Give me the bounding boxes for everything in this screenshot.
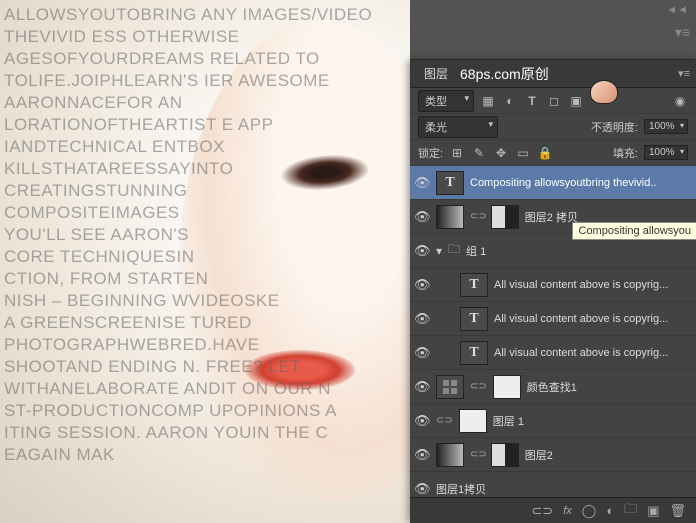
layer-name[interactable]: All visual content above is copyrig... [494,279,692,291]
layer-item[interactable]: 👁 ⊂⊃ 图层 1 [410,404,696,438]
panel-menu-icon[interactable]: ▾≡ [675,24,690,41]
layer-item[interactable]: 👁 ⊂⊃ 图层2 [410,438,696,472]
mask-thumb [493,375,521,399]
text-layer-icon: T [460,273,488,297]
panel-tab-bar: 图层 68ps.com原创 ▾≡ [410,60,696,88]
watermark-text: 68ps.com原创 [460,64,549,84]
visibility-icon[interactable]: 👁 [414,345,430,361]
layers-list: 👁 T Compositing allowsyoutbring thevivid… [410,166,696,506]
layer-item[interactable]: 👁 T All visual content above is copyrig.… [410,302,696,336]
layer-name[interactable]: 组 1 [466,243,692,259]
visibility-icon[interactable]: 👁 [414,277,430,293]
folder-toggle-icon[interactable]: ▾ [436,244,442,258]
filter-row: 类型 ▦ ◐ T ◻ ▣ ◉ [410,88,696,114]
layer-name[interactable]: 图层1拷贝 [436,481,692,497]
layer-item[interactable]: 👁 T Compositing allowsyoutbring thevivid… [410,166,696,200]
visibility-icon[interactable]: 👁 [414,481,430,497]
tab-layers[interactable]: 图层 [416,61,456,86]
layers-bottom-bar: ⊂⊃ fx ◯ ◐ 🗀 ▣ 🗑 [410,497,696,523]
layer-item[interactable]: 👁 T All visual content above is copyrig.… [410,336,696,370]
visibility-icon[interactable]: 👁 [414,209,430,225]
grid-thumb [436,375,464,399]
panel-collapse-icon[interactable]: ◄◄ [666,4,688,16]
layers-panel: 图层 68ps.com原创 ▾≡ 类型 ▦ ◐ T ◻ ▣ ◉ 柔光 不透明度:… [410,60,696,523]
layer-name[interactable]: 图层 1 [493,413,692,429]
mask-thumb [491,443,519,467]
mask-icon[interactable]: ◯ [582,503,597,519]
visibility-icon[interactable]: 👁 [414,379,430,395]
visibility-icon[interactable]: 👁 [414,243,430,259]
text-layer-icon: T [460,341,488,365]
lock-label: 锁定: [418,145,443,161]
panel-options-icon[interactable]: ▾≡ [678,67,690,80]
visibility-icon[interactable]: 👁 [414,175,430,191]
lock-transparent-icon[interactable]: ⊞ [449,145,465,161]
filter-adjust-icon[interactable]: ◐ [502,93,518,109]
lock-row: 锁定: ⊞ ✎ ✥ ▭ 🔒 填充: 100% [410,140,696,166]
blend-row: 柔光 不透明度: 100% [410,114,696,140]
mask-thumb [491,205,519,229]
link-icon[interactable]: ⊂⊃ [470,211,487,222]
link-icon[interactable]: ⊂⊃ [470,449,487,460]
layer-name[interactable]: All visual content above is copyrig... [494,347,692,359]
filter-text-icon[interactable]: T [524,93,540,109]
link-icon[interactable]: ⊂⊃ [436,415,453,426]
layer-name[interactable]: All visual content above is copyrig... [494,313,692,325]
lock-move-icon[interactable]: ✥ [493,145,509,161]
panel-frame-top: ◄◄ ▾≡ [410,0,696,60]
layer-name[interactable]: 颜色查找1 [527,379,692,395]
adjustment-thumb [436,205,464,229]
filter-pixel-icon[interactable]: ▦ [480,93,496,109]
layer-item[interactable]: 👁 ⊂⊃ 颜色查找1 [410,370,696,404]
visibility-icon[interactable]: 👁 [414,447,430,463]
layer-thumb [459,409,487,433]
layer-name[interactable]: 图层2 [525,447,692,463]
link-layers-icon[interactable]: ⊂⊃ [531,503,553,519]
fill-input[interactable]: 100% [644,145,688,160]
filter-shape-icon[interactable]: ◻ [546,93,562,109]
tooltip: Compositing allowsyou [572,222,696,240]
delete-icon[interactable]: 🗑 [669,503,686,519]
link-icon[interactable]: ⊂⊃ [470,381,487,392]
layer-name[interactable]: Compositing allowsyoutbring thevivid.. [470,177,692,189]
layer-item[interactable]: 👁 T All visual content above is copyrig.… [410,268,696,302]
fx-icon[interactable]: fx [563,505,572,517]
text-layer-icon: T [436,171,464,195]
filter-type-select[interactable]: 类型 [418,90,474,112]
lock-brush-icon[interactable]: ✎ [471,145,487,161]
adjustment-thumb [436,443,464,467]
blend-mode-select[interactable]: 柔光 [418,116,498,138]
fill-label: 填充: [613,145,638,161]
lock-all-icon[interactable]: 🔒 [537,145,553,161]
text-layer-icon: T [460,307,488,331]
opacity-label: 不透明度: [591,119,638,135]
visibility-icon[interactable]: 👁 [414,311,430,327]
lock-artboard-icon[interactable]: ▭ [515,145,531,161]
visibility-icon[interactable]: 👁 [414,413,430,429]
opacity-input[interactable]: 100% [644,119,688,134]
group-icon[interactable]: 🗀 [624,500,637,522]
filter-toggle-icon[interactable]: ◉ [672,93,688,109]
new-layer-icon[interactable]: ▣ [647,503,659,519]
filter-smart-icon[interactable]: ▣ [568,93,584,109]
adjustment-icon[interactable]: ◐ [606,503,614,518]
folder-icon: 🗀 [448,240,460,261]
